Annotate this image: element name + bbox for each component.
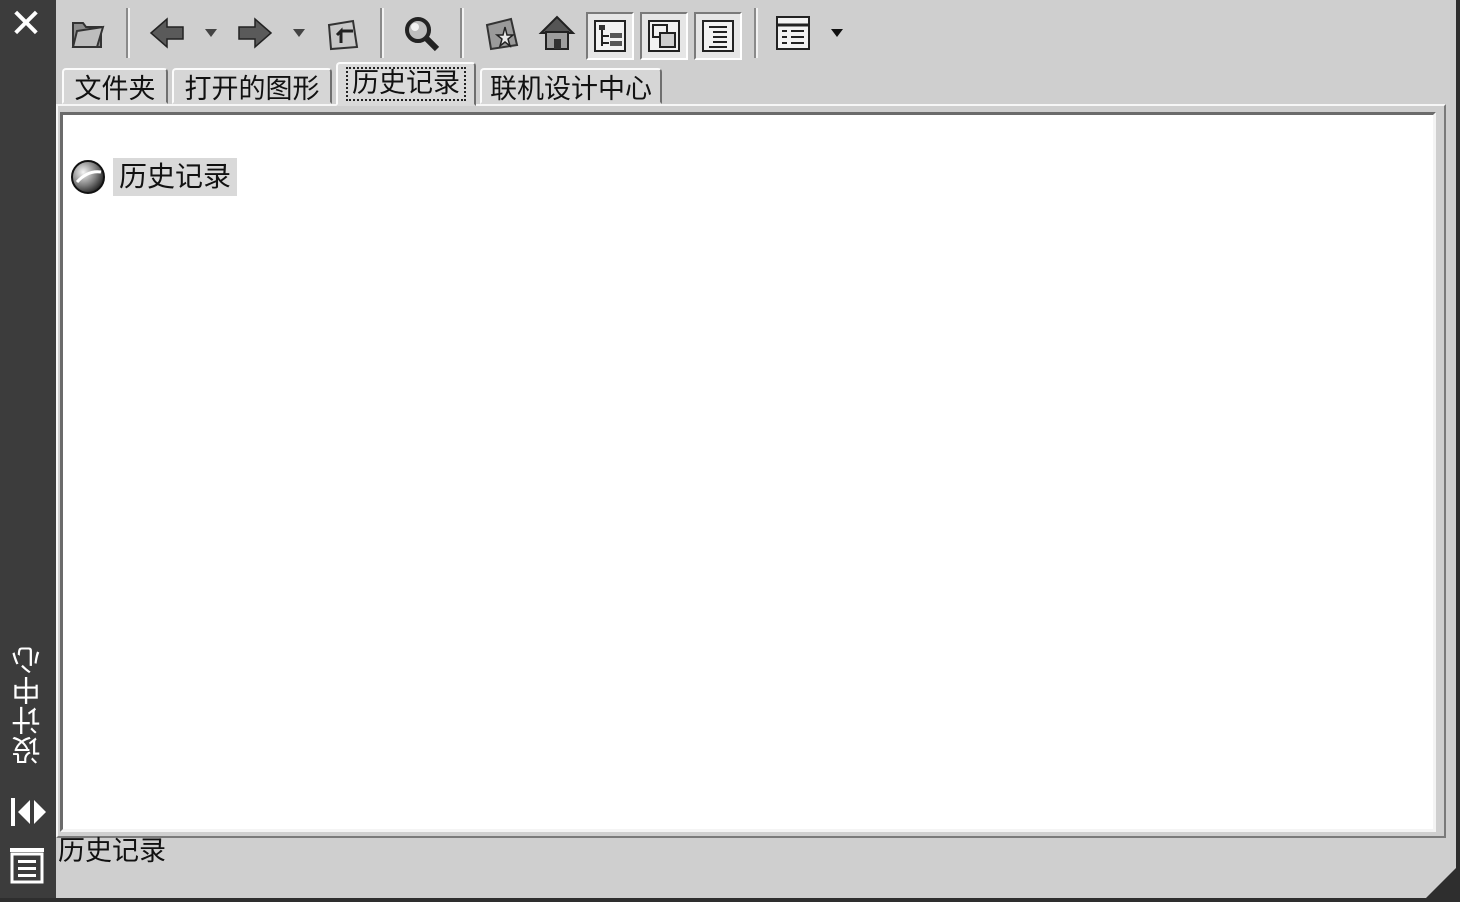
forward-button[interactable] [232,10,278,56]
tab-folders[interactable]: 文件夹 [62,68,168,105]
status-bar: 历史记录 [58,836,166,867]
preview-button[interactable] [640,12,688,60]
properties-icon[interactable] [8,844,48,884]
tab-open-drawings[interactable]: 打开的图形 [172,68,332,105]
folder-up-icon [327,19,359,51]
back-button[interactable] [144,10,190,56]
home-icon [538,15,576,50]
tab-history[interactable]: 历史记录 [336,62,476,106]
toolbar-separator [380,8,384,58]
up-button[interactable] [320,10,366,56]
search-button[interactable] [398,10,444,56]
load-button[interactable] [64,10,110,56]
description-button[interactable] [694,12,742,60]
palette-title: 设计中心 [11,645,45,765]
arrow-left-icon [149,17,184,49]
toolbar-separator [754,8,758,58]
design-center-window: ✕ 设计中心 文件夹 打开的图形 历史记录 联机设计中心 历史记录 历史记录 [0,0,1460,902]
home-button[interactable] [534,10,580,56]
list-item-label: 历史记录 [113,158,238,196]
toolbar [58,0,1448,64]
forward-dropdown[interactable] [290,26,308,40]
folder-load-icon [71,22,105,48]
search-icon [405,17,440,52]
back-dropdown[interactable] [202,26,220,40]
favorites-button[interactable] [480,10,526,56]
chevron-down-icon [205,29,217,37]
history-list[interactable]: 历史记录 [60,112,1436,832]
tab-label: 历史记录 [346,67,466,101]
tree-view-icon [594,20,626,52]
toolbar-separator [126,8,130,58]
palette-title-strip[interactable]: ✕ 设计中心 [0,0,56,898]
resize-grip[interactable] [1422,864,1456,898]
toolbar-separator [460,8,464,58]
globe-icon [71,160,105,194]
views-icon [776,16,810,50]
chevron-down-icon [293,29,305,37]
tab-label: 文件夹 [74,73,156,105]
preview-icon [648,20,680,52]
tab-online-design-center[interactable]: 联机设计中心 [480,68,662,105]
close-icon[interactable]: ✕ [6,4,46,44]
views-dropdown[interactable] [828,26,846,40]
chevron-down-icon [831,29,843,37]
favorites-icon [485,17,519,51]
tab-label: 联机设计中心 [490,73,652,105]
list-item[interactable]: 历史记录 [69,157,238,197]
tab-label: 打开的图形 [184,73,320,105]
tree-toggle-button[interactable] [586,12,634,60]
description-icon [702,20,734,52]
tab-bar: 文件夹 打开的图形 历史记录 联机设计中心 [58,62,1448,106]
arrow-right-icon [238,17,273,49]
autohide-icon[interactable] [8,794,48,830]
views-button[interactable] [770,10,816,56]
